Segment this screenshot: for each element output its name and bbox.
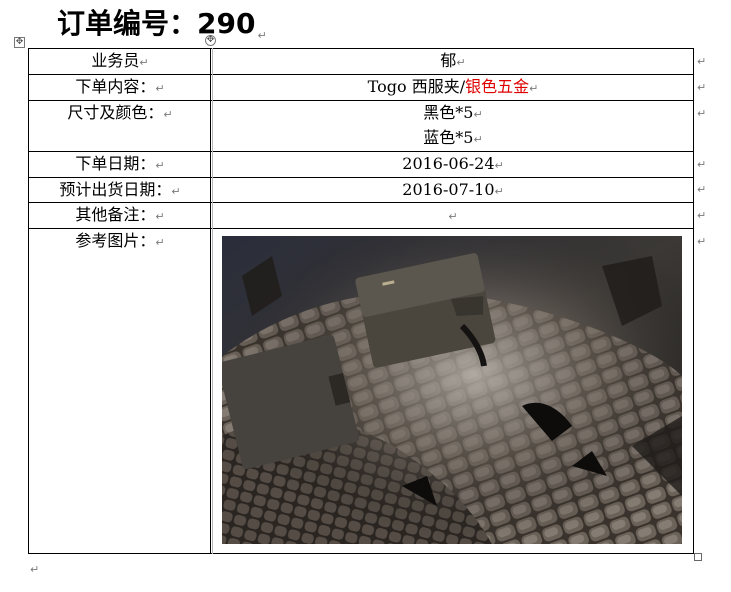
order-content-main: Togo 西服夹/ (367, 77, 466, 96)
column-move-handle-icon[interactable]: ✥ (205, 35, 216, 46)
value-order-date[interactable]: 2016-06-24↵ (213, 152, 693, 178)
value-ship-date[interactable]: 2016-07-10↵ (213, 178, 693, 204)
paragraph-mark-icon: ↵ (257, 29, 267, 42)
reference-photo[interactable] (222, 236, 682, 544)
row-end-mark: ↵ (697, 55, 707, 68)
row-end-mark: ↵ (697, 81, 707, 94)
order-title: 订单编号：290 ↵ (57, 6, 267, 54)
row-end-mark: ↵ (697, 158, 707, 171)
order-title-text: 订单编号：290 (57, 7, 256, 40)
table-move-handle-icon[interactable]: ✥ (14, 37, 25, 48)
order-content-highlight: 银色五金 (465, 77, 530, 96)
value-size-color-line1[interactable]: 黑色*5↵ (213, 101, 693, 127)
label-order-content: 下单内容：↵ (75, 77, 165, 96)
table-border-bottom (28, 553, 694, 554)
value-order-content[interactable]: Togo 西服夹/银色五金↵ (213, 75, 693, 101)
value-remarks[interactable]: ↵ (213, 203, 693, 229)
value-salesperson[interactable]: 郁↵ (213, 49, 693, 75)
document-end-mark: ↵ (30, 563, 40, 576)
value-size-color-line2[interactable]: 蓝色*5↵ (213, 126, 693, 152)
label-salesperson: 业务员↵ (91, 51, 149, 70)
row-end-mark: ↵ (697, 107, 707, 120)
row-end-mark: ↵ (697, 209, 707, 222)
table-border-right (693, 48, 694, 554)
label-order-date: 下单日期：↵ (75, 154, 165, 173)
photo-leather-wallets-on-crocodile-skin-icon (222, 236, 682, 544)
label-size-color: 尺寸及颜色：↵ (67, 103, 173, 122)
row-end-mark: ↵ (697, 183, 707, 196)
label-ship-date: 预计出货日期：↵ (59, 180, 181, 199)
label-remarks: 其他备注：↵ (75, 205, 165, 224)
table-resize-handle[interactable] (694, 553, 702, 561)
row-end-mark: ↵ (697, 235, 707, 248)
label-reference-image: 参考图片：↵ (75, 231, 165, 250)
